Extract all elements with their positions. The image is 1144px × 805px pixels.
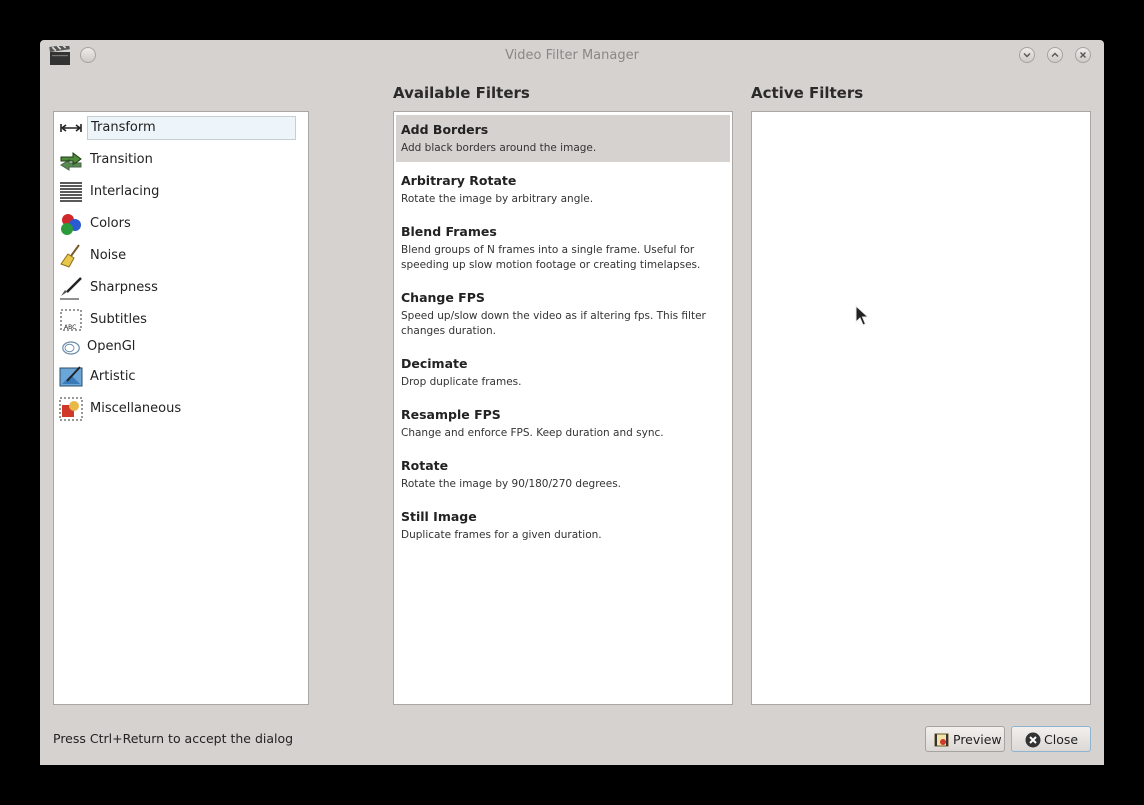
filter-item-add-borders[interactable]: Add Borders Add black borders around the… (396, 115, 730, 162)
close-icon (1080, 52, 1086, 58)
active-filters-header: Active Filters (751, 84, 864, 102)
category-label: Noise (90, 248, 127, 263)
category-item-colors[interactable]: Colors (59, 210, 305, 238)
filter-description: Rotate the image by arbitrary angle. (401, 193, 594, 205)
close-button[interactable]: Close (1011, 726, 1091, 752)
filter-item-arbitrary-rotate[interactable]: Arbitrary Rotate Rotate the image by arb… (396, 166, 730, 213)
preview-icon (934, 733, 949, 747)
transition-icon (60, 152, 82, 171)
filter-name: Rotate (401, 458, 449, 473)
interlacing-icon (60, 182, 82, 202)
filter-item-resample-fps[interactable]: Resample FPS Change and enforce FPS. Kee… (396, 400, 730, 447)
filter-item-decimate[interactable]: Decimate Drop duplicate frames. (396, 349, 730, 396)
category-label: Transform (87, 116, 296, 140)
filter-description: Speed up/slow down the video as if alter… (401, 310, 706, 337)
title-bar[interactable]: Video Filter Manager (40, 40, 1104, 72)
miscellaneous-icon (59, 397, 83, 421)
window-title: Video Filter Manager (505, 48, 639, 63)
category-item-noise[interactable]: Noise (59, 242, 305, 270)
category-label: Colors (90, 216, 131, 231)
category-item-transform[interactable]: Transform (59, 114, 305, 142)
mouse-cursor (855, 305, 869, 326)
preview-button[interactable]: Preview (925, 726, 1005, 752)
available-filters-header: Available Filters (393, 84, 530, 102)
broom-icon (60, 244, 80, 268)
video-filter-manager-window: Video Filter Manager Transform Transitio… (40, 40, 1104, 765)
category-label: Transition (90, 152, 153, 167)
filter-item-change-fps[interactable]: Change FPS Speed up/slow down the video … (396, 283, 730, 345)
subtitles-icon: ABC (60, 309, 82, 331)
category-label: Interlacing (90, 184, 160, 199)
filter-item-blend-frames[interactable]: Blend Frames Blend groups of N frames in… (396, 217, 730, 279)
transform-icon (60, 124, 82, 132)
filter-name: Add Borders (401, 122, 489, 137)
preview-label: Preview (953, 732, 1002, 747)
filter-description: Blend groups of N frames into a single f… (401, 244, 701, 271)
chevron-up-icon (1051, 52, 1059, 57)
category-item-transition[interactable]: Transition (59, 146, 305, 174)
category-label: Subtitles (90, 312, 147, 327)
category-label: Artistic (90, 369, 136, 384)
filter-description: Duplicate frames for a given duration. (401, 529, 602, 541)
filter-name: Change FPS (401, 290, 485, 305)
category-item-sharpness[interactable]: Sharpness (59, 274, 305, 302)
colors-icon (61, 214, 81, 235)
available-filters-list[interactable]: Add Borders Add black borders around the… (393, 111, 733, 705)
filter-name: Still Image (401, 509, 477, 524)
close-window-button[interactable] (1075, 47, 1091, 63)
opengl-icon (62, 341, 80, 355)
close-label: Close (1044, 732, 1079, 747)
maximize-button[interactable] (1047, 47, 1063, 63)
filter-description: Rotate the image by 90/180/270 degrees. (401, 478, 622, 490)
filter-name: Resample FPS (401, 407, 501, 422)
filter-description: Change and enforce FPS. Keep duration an… (401, 427, 664, 439)
svg-text:ABC: ABC (64, 324, 76, 331)
filter-item-rotate[interactable]: Rotate Rotate the image by 90/180/270 de… (396, 451, 730, 498)
artistic-icon (59, 366, 83, 387)
category-label: Sharpness (90, 280, 158, 295)
filter-description: Drop duplicate frames. (401, 376, 522, 388)
category-item-artistic[interactable]: Artistic (59, 363, 305, 391)
close-circle-icon (1025, 732, 1041, 748)
chevron-down-icon (1023, 53, 1031, 58)
category-item-miscellaneous[interactable]: Miscellaneous (59, 395, 305, 423)
category-item-interlacing[interactable]: Interlacing (59, 178, 305, 206)
status-hint: Press Ctrl+Return to accept the dialog (53, 731, 294, 746)
active-filters-list[interactable] (751, 111, 1091, 705)
category-label: Miscellaneous (90, 401, 182, 416)
filter-name: Arbitrary Rotate (401, 173, 517, 188)
category-label: OpenGl (87, 339, 136, 354)
category-item-opengl[interactable]: OpenGl (59, 336, 305, 360)
category-list[interactable]: Transform Transition Interlacing Colors (53, 111, 309, 705)
scalpel-icon (60, 277, 82, 300)
category-item-subtitles[interactable]: ABC Subtitles (59, 306, 305, 334)
filter-name: Decimate (401, 356, 468, 371)
filter-item-still-image[interactable]: Still Image Duplicate frames for a given… (396, 502, 730, 549)
minimize-button[interactable] (1019, 47, 1035, 63)
filter-description: Add black borders around the image. (401, 142, 597, 154)
filter-name: Blend Frames (401, 224, 497, 239)
